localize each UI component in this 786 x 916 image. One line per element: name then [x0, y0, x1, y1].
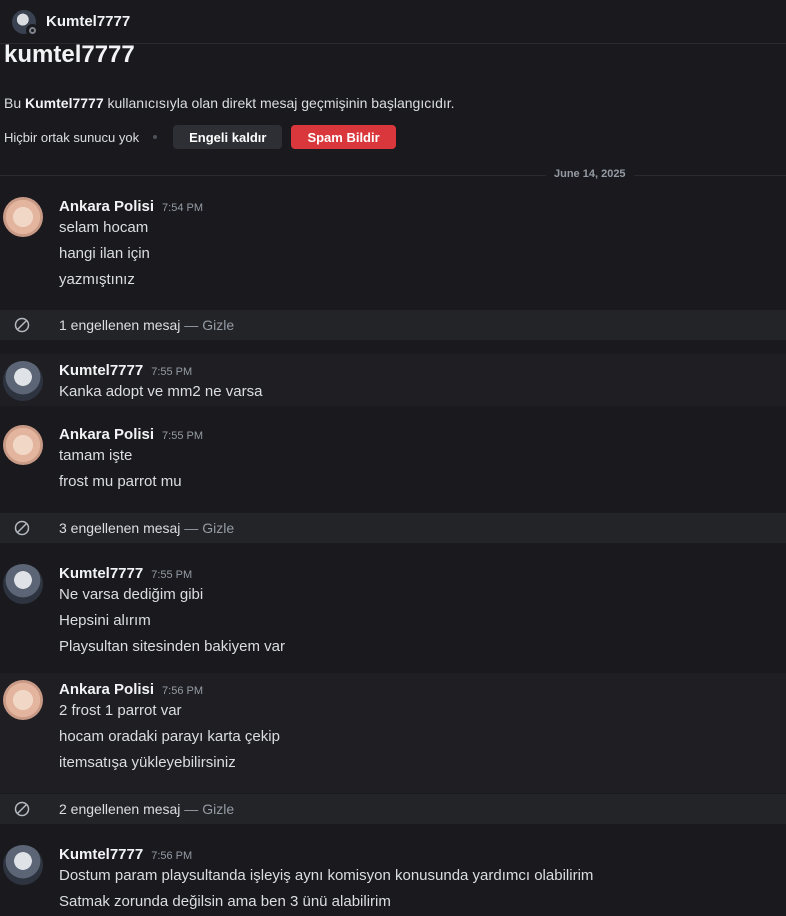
dm-intro: kumtel7777 Bu Kumtel7777 kullanıcısıyla …: [0, 41, 786, 149]
intro-title: kumtel7777: [4, 41, 135, 68]
message-line: Kanka adopt ve mm2 ne varsa: [59, 383, 263, 400]
message-author[interactable]: Ankara Polisi: [59, 426, 154, 443]
blocked-messages-bar: 2 engellenen mesaj — Gizle: [0, 794, 786, 824]
blocked-separator: —: [180, 520, 203, 536]
blocked-icon: [14, 801, 30, 817]
message-author[interactable]: Ankara Polisi: [59, 681, 154, 698]
message-timestamp: 7:55 PM: [151, 569, 193, 581]
intro-actions: Hiçbir ortak sunucu yok Engeli kaldır Sp…: [4, 125, 782, 149]
message-line: tamam işte: [59, 447, 133, 464]
avatar[interactable]: [3, 680, 43, 720]
date-divider-line: [0, 175, 786, 176]
message-line: hocam oradaki parayı karta çekip: [59, 728, 280, 745]
message-group: Kumtel7777 7:56 PM Dostum param playsult…: [0, 838, 786, 916]
message-timestamp: 7:55 PM: [162, 430, 204, 442]
message-line: frost mu parrot mu: [59, 473, 182, 490]
dm-header: Kumtel7777: [0, 0, 786, 44]
message-author[interactable]: Kumtel7777: [59, 362, 143, 379]
blocked-separator: —: [180, 801, 203, 817]
message-group: Kumtel7777 7:55 PM Kanka adopt ve mm2 ne…: [0, 354, 786, 406]
hide-blocked-link[interactable]: Gizle: [202, 801, 234, 817]
offline-status-icon: [26, 23, 39, 37]
blocked-messages-bar: 1 engellenen mesaj — Gizle: [0, 310, 786, 340]
message-line: hangi ilan için: [59, 245, 150, 262]
message-line: 2 frost 1 parrot var: [59, 702, 182, 719]
message-line: Dostum param playsultanda işleyiş aynı k…: [59, 867, 594, 884]
avatar[interactable]: [3, 197, 43, 237]
avatar[interactable]: [3, 361, 43, 401]
user-avatar[interactable]: [12, 9, 39, 37]
message-timestamp: 7:56 PM: [151, 850, 193, 862]
message-group: Ankara Polisi 7:54 PM selam hocam hangi …: [0, 190, 786, 310]
blocked-messages-bar: 3 engellenen mesaj — Gizle: [0, 513, 786, 543]
message-line: Satmak zorunda değilsin ama ben 3 ünü al…: [59, 893, 391, 910]
message-header: Ankara Polisi 7:54 PM: [59, 198, 203, 215]
header-username[interactable]: Kumtel7777: [46, 13, 130, 30]
unblock-button[interactable]: Engeli kaldır: [173, 125, 283, 149]
message-line: Ne varsa dediğim gibi: [59, 586, 204, 603]
message-timestamp: 7:54 PM: [162, 202, 204, 214]
message-author[interactable]: Kumtel7777: [59, 565, 143, 582]
intro-desc-prefix: Bu: [4, 95, 26, 111]
message-line: selam hocam: [59, 219, 149, 236]
message-author[interactable]: Kumtel7777: [59, 846, 143, 863]
blocked-count: 3 engellenen mesaj: [59, 520, 181, 536]
blocked-count: 2 engellenen mesaj: [59, 801, 181, 817]
blocked-messages-text: 3 engellenen mesaj — Gizle: [59, 520, 234, 536]
blocked-icon: [14, 317, 30, 333]
report-spam-button[interactable]: Spam Bildir: [291, 125, 396, 149]
blocked-separator: —: [180, 317, 203, 333]
intro-desc-name: Kumtel7777: [25, 95, 104, 111]
intro-description: Bu Kumtel7777 kullanıcısıyla olan direkt…: [4, 95, 782, 111]
message-line: Hepsini alırım: [59, 612, 151, 629]
separator-dot: [153, 135, 158, 139]
message-timestamp: 7:55 PM: [151, 366, 193, 378]
avatar[interactable]: [3, 425, 43, 465]
message-group: Ankara Polisi 7:56 PM 2 frost 1 parrot v…: [0, 673, 786, 793]
intro-desc-suffix: kullanıcısıyla olan direkt mesaj geçmişi…: [103, 95, 455, 111]
hide-blocked-link[interactable]: Gizle: [202, 520, 234, 536]
avatar[interactable]: [3, 564, 43, 604]
date-divider-label: June 14, 2025: [546, 168, 634, 180]
blocked-messages-text: 2 engellenen mesaj — Gizle: [59, 801, 234, 817]
message-line: Playsultan sitesinden bakiyem var: [59, 638, 285, 655]
avatar[interactable]: [3, 845, 43, 885]
message-header: Kumtel7777 7:55 PM: [59, 362, 192, 379]
message-line: itemsatışa yükleyebilirsiniz: [59, 754, 236, 771]
message-header: Ankara Polisi 7:55 PM: [59, 426, 203, 443]
message-header: Kumtel7777 7:55 PM: [59, 565, 192, 582]
message-group: Kumtel7777 7:55 PM Ne varsa dediğim gibi…: [0, 557, 786, 660]
message-author[interactable]: Ankara Polisi: [59, 198, 154, 215]
mutual-servers-text: Hiçbir ortak sunucu yok: [4, 129, 140, 145]
message-header: Kumtel7777 7:56 PM: [59, 846, 192, 863]
message-timestamp: 7:56 PM: [162, 685, 204, 697]
message-line: yazmıştınız: [59, 271, 135, 288]
message-header: Ankara Polisi 7:56 PM: [59, 681, 203, 698]
blocked-messages-text: 1 engellenen mesaj — Gizle: [59, 317, 234, 333]
blocked-icon: [14, 520, 30, 536]
message-group: Ankara Polisi 7:55 PM tamam işte frost m…: [0, 418, 786, 514]
hide-blocked-link[interactable]: Gizle: [202, 317, 234, 333]
blocked-count: 1 engellenen mesaj: [59, 317, 181, 333]
